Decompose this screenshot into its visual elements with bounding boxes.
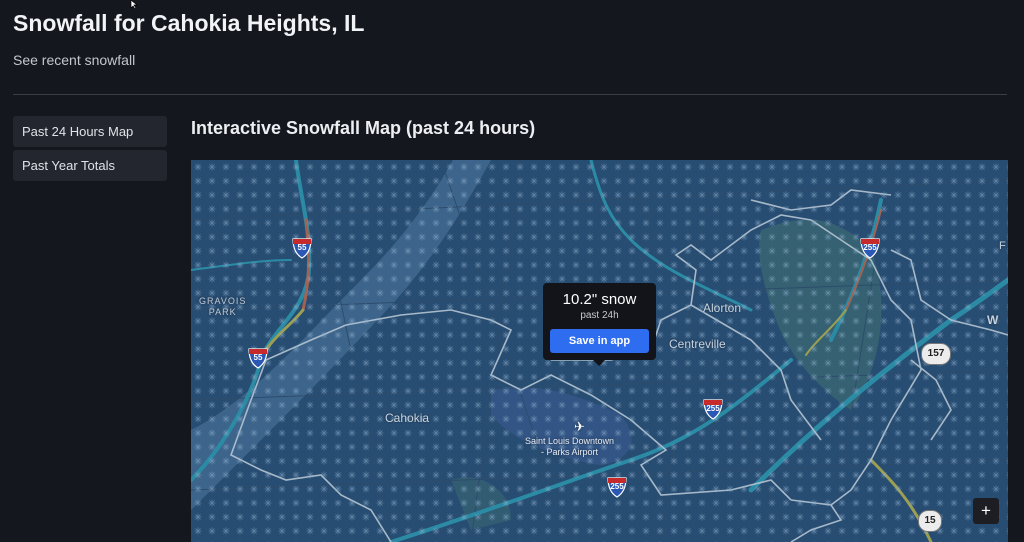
section-title: Interactive Snowfall Map (past 24 hours) [191,118,536,138]
map-label-gravois-park: GRAVOIS PARK [199,296,247,317]
sidebar: Past 24 Hours Map Past Year Totals [13,116,167,184]
save-in-app-button[interactable]: Save in app [550,329,649,353]
page-subtitle: See recent snowfall [13,52,136,68]
header-divider [13,94,1007,95]
map-label-edge-f: F [999,240,1006,252]
sidebar-item-past-year-totals[interactable]: Past Year Totals [13,150,167,181]
snowfall-popup: 10.2" snow past 24h Save in app [543,283,656,366]
map-label-airport: Saint Louis Downtown - Parks Airport [525,436,615,457]
interstate-55-shield-icon: 55 [291,237,313,259]
interstate-255-shield-icon: 255 [859,237,881,259]
map-label-alorton: Alorton [703,301,742,315]
popup-period: past 24h [580,310,619,321]
snowfall-map[interactable]: GRAVOIS PARK Cahokia Alorton Centreville… [191,160,1008,542]
airport-marker-icon: ✈ [574,419,585,434]
sidebar-item-past-24-hours-map[interactable]: Past 24 Hours Map [13,116,167,147]
map-label-edge-w: W [987,313,999,327]
map-label-centreville: Centreville [669,337,726,351]
interstate-255-shield-icon-3: 255 [606,476,628,498]
route-157-marker-icon: 157 [921,343,951,365]
zoom-in-button[interactable]: + [973,498,999,524]
mouse-cursor-icon [130,0,138,10]
popup-snow-amount: 10.2" snow [562,291,637,308]
route-15-marker-icon: 15 [918,510,942,532]
interstate-55-shield-icon-2: 55 [247,347,269,369]
interstate-255-shield-icon-2: 255 [702,398,724,420]
page-title: Snowfall for Cahokia Heights, IL [13,10,365,36]
map-label-cahokia: Cahokia [385,411,430,425]
